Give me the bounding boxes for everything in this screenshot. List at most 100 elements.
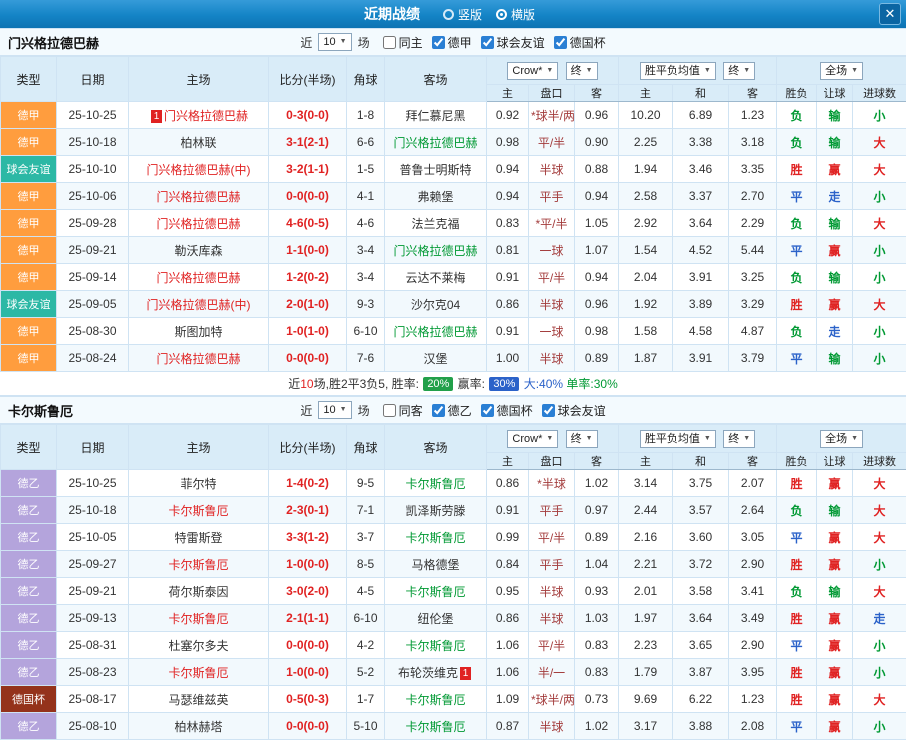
euro-draw-odds: 3.64	[673, 210, 729, 237]
close-button[interactable]: ✕	[879, 3, 901, 25]
checkbox-input[interactable]	[383, 36, 396, 49]
match-row: 德甲25-09-28门兴格拉德巴赫4-6(0-5)4-6法兰克福0.83*平/半…	[1, 210, 906, 237]
date-cell: 25-08-24	[57, 345, 129, 372]
match-row: 德乙25-09-13卡尔斯鲁厄2-1(1-1)6-10纽伦堡0.86半球1.03…	[1, 605, 906, 632]
match-row: 德国杯25-08-17马瑟维兹英0-5(0-3)1-7卡尔斯鲁厄1.09*球半/…	[1, 686, 906, 713]
asian-stage-value: 终	[571, 432, 582, 446]
asian-home-odds: 0.91	[487, 318, 529, 345]
checkbox-input[interactable]	[432, 404, 445, 417]
summary-text: 近	[288, 375, 300, 392]
euro-away-odds: 2.64	[729, 497, 777, 524]
wdl-result: 平	[777, 713, 817, 740]
team-name-text: 杜塞尔多夫	[168, 639, 228, 653]
filter-checkbox[interactable]: 德国杯	[481, 402, 533, 419]
filter-checkbox[interactable]: 球会友谊	[481, 34, 545, 51]
team-section-2: 卡尔斯鲁厄 近 10▼ 场 同客德乙德国杯球会友谊 类型 日期 主场 比分(半场…	[0, 396, 906, 740]
league-cell: 德甲	[1, 210, 57, 237]
match-row: 球会友谊25-10-10门兴格拉德巴赫(中)3-2(1-1)1-5普鲁士明斯特0…	[1, 156, 906, 183]
asian-home-odds: 0.91	[487, 497, 529, 524]
euro-home-odds: 2.23	[619, 632, 673, 659]
checkbox-input[interactable]	[554, 36, 567, 49]
handicap-cell: *球半/两	[529, 102, 575, 129]
date-cell: 25-08-30	[57, 318, 129, 345]
score-cell: 2-1(1-1)	[269, 605, 347, 632]
near-label: 近	[300, 402, 312, 419]
wdl-result: 胜	[777, 686, 817, 713]
col-euro-away: 客	[729, 85, 777, 102]
league-cell: 德乙	[1, 497, 57, 524]
away-team-cell: 云达不莱梅	[385, 264, 487, 291]
league-cell: 德甲	[1, 318, 57, 345]
checkbox-input[interactable]	[481, 36, 494, 49]
score-cell: 0-0(0-0)	[269, 713, 347, 740]
away-team-cell: 法兰克福	[385, 210, 487, 237]
col-score: 比分(半场)	[269, 425, 347, 470]
team-name-text: 勒沃库森	[174, 244, 222, 258]
filter-checkbox[interactable]: 同客	[383, 402, 423, 419]
asian-home-odds: 0.92	[487, 102, 529, 129]
team-name-text: 卡尔斯鲁厄	[168, 612, 228, 626]
col-wdl: 胜负	[777, 85, 817, 102]
scope-dropdown[interactable]: 全场▼	[820, 62, 863, 80]
euro-home-odds: 2.25	[619, 129, 673, 156]
radio-vertical-layout[interactable]: 竖版	[443, 6, 482, 23]
checkbox-input[interactable]	[432, 36, 445, 49]
team-name-text: 凯泽斯劳滕	[405, 504, 465, 518]
corner-cell: 3-4	[347, 237, 385, 264]
euro-odds-header: 胜平负均值▼ 终▼	[619, 57, 777, 85]
handicap-result: 输	[817, 102, 853, 129]
wdl-result: 平	[777, 183, 817, 210]
away-team-cell: 纽伦堡	[385, 605, 487, 632]
euro-home-odds: 10.20	[619, 102, 673, 129]
filter-checkbox[interactable]: 同主	[383, 34, 423, 51]
radio-horizontal-layout[interactable]: 横版	[496, 6, 535, 23]
filter-checkbox[interactable]: 德乙	[432, 402, 472, 419]
col-corner: 角球	[347, 57, 385, 102]
away-team-cell: 沙尔克04	[385, 291, 487, 318]
corner-cell: 5-2	[347, 659, 385, 686]
score-cell: 3-0(2-0)	[269, 578, 347, 605]
handicap-result: 赢	[817, 659, 853, 686]
date-cell: 25-09-14	[57, 264, 129, 291]
euro-home-odds: 2.16	[619, 524, 673, 551]
filter-checkbox[interactable]: 德甲	[432, 34, 472, 51]
scope-dropdown[interactable]: 全场▼	[820, 430, 863, 448]
euro-away-odds: 3.49	[729, 605, 777, 632]
team-name-text: 卡尔斯鲁厄	[168, 558, 228, 572]
chevron-down-icon: ▼	[851, 64, 858, 78]
league-cell: 德甲	[1, 264, 57, 291]
goals-result: 大	[853, 686, 906, 713]
euro-draw-odds: 3.91	[673, 345, 729, 372]
avg-odds-dropdown[interactable]: 胜平负均值▼	[640, 62, 716, 80]
checkbox-input[interactable]	[542, 404, 555, 417]
score-cell: 1-1(0-0)	[269, 237, 347, 264]
filter-checkbox[interactable]: 球会友谊	[542, 402, 606, 419]
team-section-1: 门兴格拉德巴赫 近 10▼ 场 同主德甲球会友谊德国杯 类型 日期 主场 比分(…	[0, 28, 906, 396]
checkbox-input[interactable]	[383, 404, 396, 417]
chevron-down-icon: ▼	[546, 432, 553, 446]
goals-result: 大	[853, 524, 906, 551]
away-team-cell: 卡尔斯鲁厄	[385, 686, 487, 713]
euro-stage-dropdown[interactable]: 终▼	[723, 62, 755, 80]
wdl-result: 负	[777, 264, 817, 291]
goals-result: 大	[853, 497, 906, 524]
match-count-dropdown[interactable]: 10▼	[318, 401, 351, 419]
col-corner: 角球	[347, 425, 385, 470]
bookmaker-dropdown[interactable]: Crow*▼	[507, 62, 558, 80]
asian-stage-dropdown[interactable]: 终▼	[566, 430, 598, 448]
col-asian-home: 主	[487, 85, 529, 102]
league-cell: 德甲	[1, 237, 57, 264]
avg-odds-dropdown[interactable]: 胜平负均值▼	[640, 430, 716, 448]
match-count-dropdown[interactable]: 10▼	[318, 33, 351, 51]
bookmaker-dropdown[interactable]: Crow*▼	[507, 430, 558, 448]
asian-stage-dropdown[interactable]: 终▼	[566, 62, 598, 80]
wdl-result: 平	[777, 237, 817, 264]
filter-checkbox[interactable]: 德国杯	[554, 34, 606, 51]
col-goals: 进球数	[853, 453, 906, 470]
league-cell: 德甲	[1, 102, 57, 129]
euro-stage-dropdown[interactable]: 终▼	[723, 430, 755, 448]
col-away: 客场	[385, 57, 487, 102]
wdl-result: 平	[777, 345, 817, 372]
checkbox-input[interactable]	[481, 404, 494, 417]
col-euro-home: 主	[619, 85, 673, 102]
